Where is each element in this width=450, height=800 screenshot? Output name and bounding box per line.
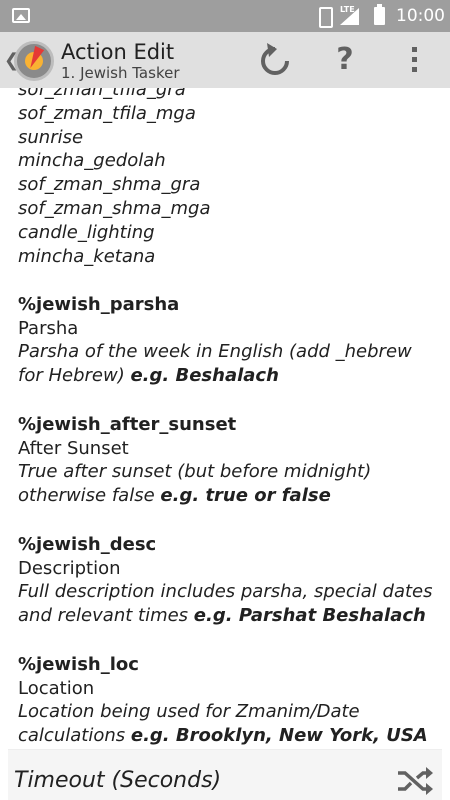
page-subtitle: 1. Jewish Tasker: [61, 64, 180, 82]
list-item: sof_zman_tfila_mga: [18, 102, 196, 124]
timeout-row[interactable]: Timeout (Seconds): [8, 749, 442, 800]
list-item: sunrise: [18, 126, 84, 148]
variable-entry: %jewish_parsha Parsha Parsha of the week…: [18, 293, 438, 388]
shuffle-icon[interactable]: [396, 766, 434, 796]
clock: 10:00: [396, 6, 445, 26]
variable-name: %jewish_after_sunset: [18, 414, 237, 436]
status-bar: LTE 10:00: [0, 0, 450, 32]
variable-description: True after sunset (but before midnight) …: [18, 461, 372, 507]
variable-label: Description: [18, 557, 121, 579]
list-item: sof_zman_tfila_gra: [18, 88, 186, 100]
list-item: sof_zman_shma_mga: [18, 197, 211, 219]
variable-label: After Sunset: [18, 437, 129, 459]
variable-name: %jewish_loc: [18, 654, 139, 676]
network-type: LTE: [340, 5, 355, 14]
page-title: Action Edit: [61, 40, 175, 64]
list-item: mincha_gedolah: [18, 150, 166, 172]
timeout-label: Timeout (Seconds): [14, 768, 222, 793]
list-item: candle_lighting: [18, 221, 155, 243]
variable-name: %jewish_parsha: [18, 294, 180, 316]
list-item: mincha_ketana: [18, 245, 156, 267]
refresh-button[interactable]: [256, 42, 294, 80]
variable-label: Location: [18, 677, 95, 699]
variable-entry: %jewish_desc Description Full descriptio…: [18, 533, 438, 628]
variable-description: Location being used for Zmanim/Date calc…: [18, 701, 428, 747]
variable-label: Parsha: [18, 317, 79, 339]
variable-description: Full description includes parsha, specia…: [18, 581, 433, 627]
image-icon: [12, 8, 30, 23]
more-vert-icon[interactable]: [404, 44, 424, 76]
help-icon: ?: [336, 42, 354, 77]
variable-help-content[interactable]: sof_zman_tfila_gra sof_zman_tfila_mga su…: [0, 88, 450, 748]
refresh-icon: [261, 43, 289, 75]
action-bar: ❮ Action Edit 1. Jewish Tasker ?: [0, 32, 450, 88]
variable-name: %jewish_desc: [18, 534, 157, 556]
list-item: sof_zman_shma_gra: [18, 174, 201, 196]
tasker-app-icon[interactable]: [14, 41, 54, 81]
title-block: Action Edit 1. Jewish Tasker: [61, 40, 180, 82]
battery-icon: [374, 4, 385, 25]
variable-description: Parsha of the week in English (add _hebr…: [18, 341, 412, 387]
variable-entry: %jewish_after_sunset After Sunset True a…: [18, 413, 438, 508]
variable-entry: %jewish_loc Location Location being used…: [18, 653, 438, 748]
vibrate-icon: [313, 6, 335, 28]
help-button[interactable]: ?: [329, 40, 361, 80]
